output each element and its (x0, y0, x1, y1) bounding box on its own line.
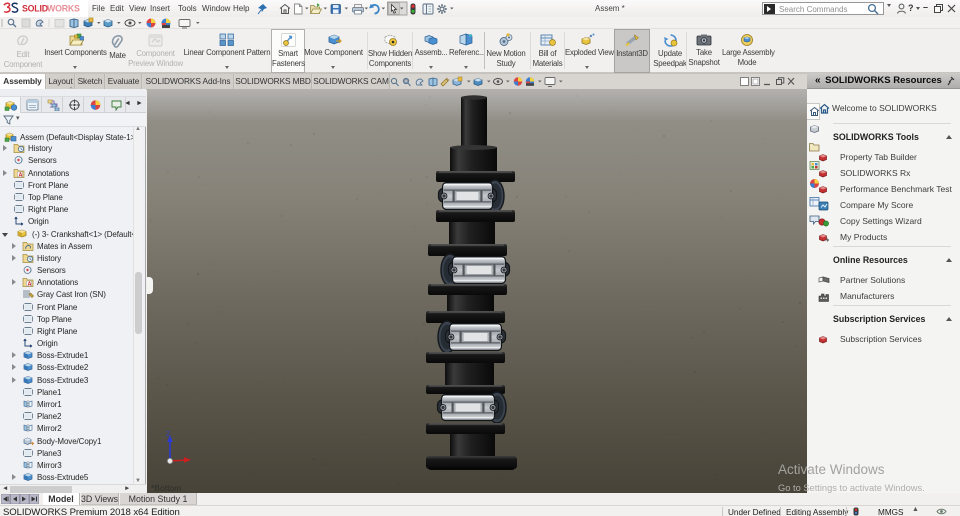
svg-text:A: A (28, 281, 32, 287)
svg-text:SOLID: SOLID (22, 4, 48, 14)
svg-text:*Bottom: *Bottom (151, 483, 181, 493)
svg-text:A: A (19, 172, 23, 178)
svg-text:WORKS: WORKS (47, 4, 80, 14)
svg-text:Z: Z (166, 431, 170, 438)
